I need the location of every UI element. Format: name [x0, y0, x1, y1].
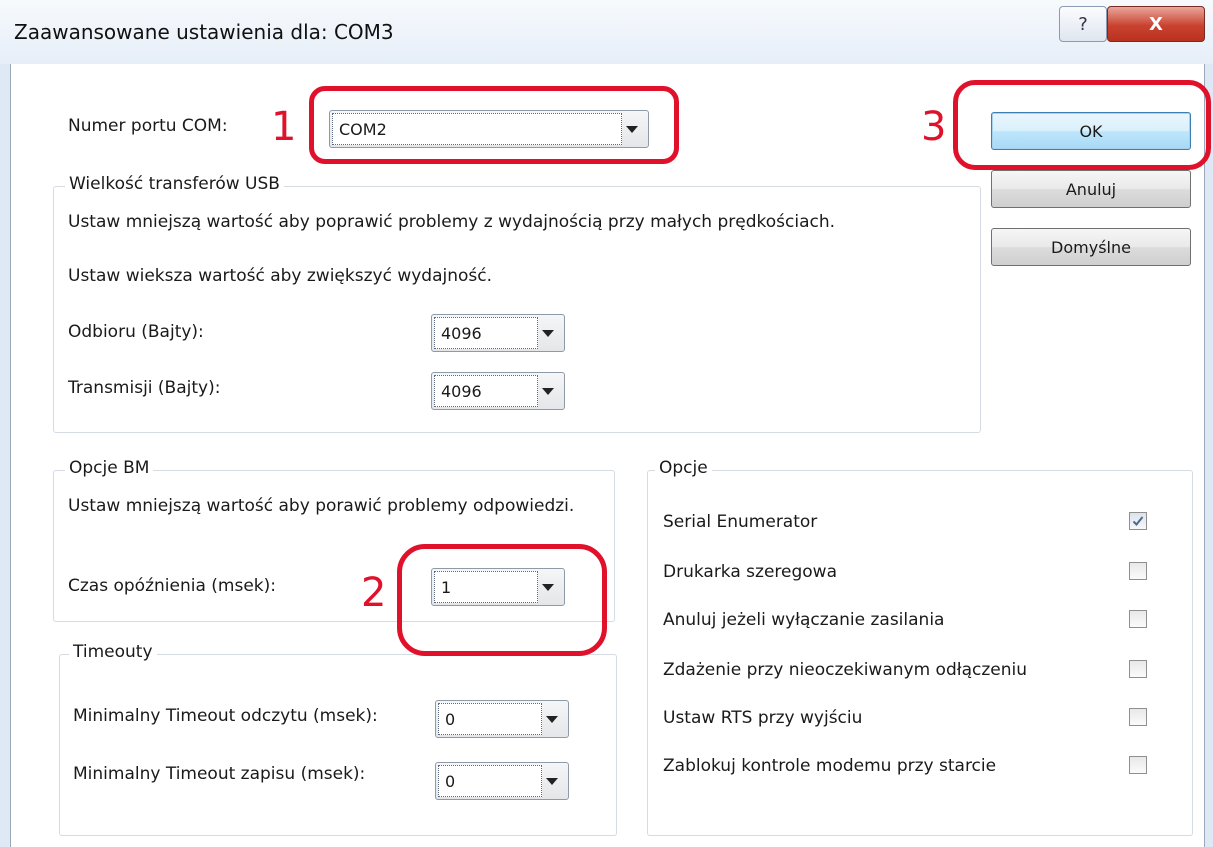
serial-enumerator-checkbox[interactable]: [1129, 512, 1147, 530]
read-timeout-value: 0: [438, 703, 542, 735]
option-label: Ustaw RTS przy wyjściu: [663, 708, 863, 728]
usb-transfer-legend: Wielkość transferów USB: [65, 174, 284, 194]
defaults-button[interactable]: Domyślne: [991, 228, 1191, 266]
cancel-button[interactable]: Anuluj: [991, 170, 1191, 208]
option-label: Serial Enumerator: [663, 512, 818, 532]
window-title: Zaawansowane ustawienia dla: COM3: [14, 20, 394, 44]
option-label: Drukarka szeregowa: [663, 562, 838, 582]
options-legend: Opcje: [655, 458, 712, 478]
cancel-power-off-checkbox[interactable]: [1129, 610, 1147, 628]
receive-label: Odbioru (Bajty):: [68, 322, 204, 342]
transmit-size-value: 4096: [434, 375, 538, 407]
annotation-box-3: [953, 80, 1211, 170]
receive-size-value: 4096: [434, 317, 538, 349]
bm-hint: Ustaw mniejszą wartość aby porawić probl…: [68, 496, 575, 516]
disable-modem-ctrl-checkbox[interactable]: [1129, 756, 1147, 774]
read-timeout-select[interactable]: 0: [435, 700, 569, 738]
set-rts-checkbox[interactable]: [1129, 708, 1147, 726]
close-button[interactable]: X: [1107, 6, 1205, 42]
timeouts-group: [59, 654, 617, 836]
chevron-down-icon: [542, 330, 554, 337]
option-label: Zdażenie przy nieoczekiwanym odłączeniu: [663, 660, 1027, 680]
read-timeout-label: Minimalny Timeout odczytu (msek):: [73, 706, 378, 726]
help-button[interactable]: ?: [1059, 6, 1107, 42]
write-timeout-value: 0: [438, 765, 542, 797]
chevron-down-icon: [542, 388, 554, 395]
dialog-body: Numer portu COM: COM2 Wielkość transferó…: [10, 64, 1211, 847]
surprise-removal-checkbox[interactable]: [1129, 660, 1147, 678]
write-timeout-select[interactable]: 0: [435, 762, 569, 800]
annotation-box-1: [309, 86, 679, 164]
chevron-down-icon: [546, 778, 558, 785]
latency-label: Czas opóźnienia (msek):: [68, 576, 276, 596]
receive-size-select[interactable]: 4096: [431, 314, 565, 352]
serial-printer-checkbox[interactable]: [1129, 562, 1147, 580]
annotation-box-2: [397, 544, 607, 656]
com-port-label: Numer portu COM:: [68, 116, 228, 136]
help-icon: ?: [1078, 13, 1088, 35]
title-bar: Zaawansowane ustawienia dla: COM3 ? X: [0, 0, 1213, 64]
checkmark-icon: [1132, 516, 1144, 526]
close-icon: X: [1149, 13, 1163, 35]
option-label: Anuluj jeżeli wyłączanie zasilania: [663, 610, 945, 630]
write-timeout-label: Minimalny Timeout zapisu (msek):: [73, 764, 366, 784]
timeouts-legend: Timeouty: [69, 642, 157, 662]
transmit-size-select[interactable]: 4096: [431, 372, 565, 410]
chevron-down-icon: [546, 716, 558, 723]
annotation-number-1: 1: [271, 104, 297, 150]
usb-hint-small: Ustaw mniejszą wartość aby poprawić prob…: [68, 212, 836, 232]
transmit-label: Transmisji (Bajty):: [68, 378, 221, 398]
annotation-number-3: 3: [921, 104, 947, 150]
annotation-number-2: 2: [361, 570, 387, 616]
option-label: Zablokuj kontrole modemu przy starcie: [663, 756, 997, 776]
bm-options-legend: Opcje BM: [65, 458, 154, 478]
usb-hint-large: Ustaw wieksza wartość aby zwiększyć wyda…: [68, 266, 493, 286]
